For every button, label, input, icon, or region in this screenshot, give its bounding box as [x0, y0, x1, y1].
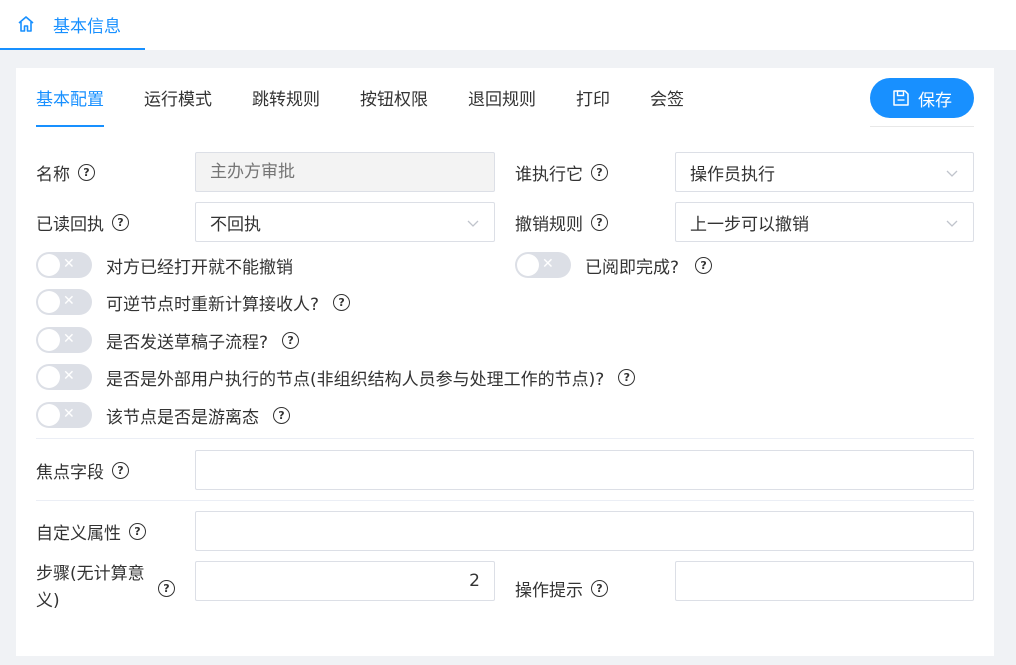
op-hint-label-row: 操作提示 ?	[515, 576, 608, 601]
read-receipt-value: 不回执	[210, 214, 261, 235]
external-user-toggle[interactable]: ✕	[36, 364, 92, 390]
name-label: 名称	[36, 165, 70, 185]
page-tab-basic-info[interactable]: 基本信息	[0, 0, 145, 50]
switch-row-no-revoke: ✕ 对方已经打开就不能撤销	[36, 252, 293, 278]
switch-row-free-node: ✕ 该节点是否是游离态 ?	[36, 402, 290, 428]
step-label-row: 步骤(无计算意 义) ?	[36, 561, 178, 615]
switch-row-external-user: ✕ 是否是外部用户执行的节点(非组织结构人员参与处理工作的节点)? ?	[36, 364, 636, 390]
revoke-rule-value: 上一步可以撤销	[690, 214, 809, 235]
revoke-rule-label-row: 撤销规则 ?	[515, 210, 608, 235]
focus-field-label-row: 焦点字段 ?	[36, 458, 129, 483]
custom-attr-input[interactable]	[195, 511, 974, 551]
close-icon: ✕	[63, 256, 75, 272]
close-icon: ✕	[63, 368, 75, 384]
help-icon[interactable]: ?	[333, 293, 351, 311]
page-tab-label: 基本信息	[53, 16, 121, 37]
step-label-line1: 步骤(无计算意	[36, 564, 145, 584]
read-complete-label: 已阅即完成?	[585, 257, 680, 278]
help-icon[interactable]: ?	[591, 580, 608, 597]
free-node-label: 该节点是否是游离态	[106, 407, 259, 428]
save-button[interactable]: 保存	[870, 78, 974, 118]
read-complete-toggle[interactable]: ✕	[515, 252, 571, 278]
close-icon: ✕	[63, 293, 75, 309]
read-receipt-select[interactable]: 不回执	[195, 202, 495, 242]
help-icon[interactable]: ?	[591, 164, 608, 181]
top-bar: 基本信息	[0, 0, 1016, 50]
no-revoke-toggle[interactable]: ✕	[36, 252, 92, 278]
home-icon	[16, 14, 36, 34]
tab-run-mode[interactable]: 运行模式	[144, 68, 212, 127]
save-wrap: 保存	[870, 68, 974, 127]
close-icon: ✕	[63, 331, 75, 347]
divider	[36, 438, 974, 439]
draft-subflow-label: 是否发送草稿子流程?	[106, 332, 269, 353]
tab-basic-config[interactable]: 基本配置	[36, 68, 104, 127]
chevron-down-icon	[945, 166, 959, 180]
read-receipt-label: 已读回执	[36, 215, 104, 235]
step-label: 步骤(无计算意 义)	[36, 561, 154, 615]
close-icon: ✕	[63, 406, 75, 422]
switch-row-recalc: ✕ 可逆节点时重新计算接收人? ?	[36, 289, 351, 315]
revoke-rule-label: 撤销规则	[515, 215, 583, 235]
no-revoke-label: 对方已经打开就不能撤销	[106, 257, 293, 278]
divider	[36, 500, 974, 501]
close-icon: ✕	[542, 256, 554, 272]
help-icon[interactable]: ?	[129, 523, 146, 540]
switch-row-draft-subflow: ✕ 是否发送草稿子流程? ?	[36, 327, 300, 353]
help-icon[interactable]: ?	[112, 462, 129, 479]
name-label-row: 名称 ?	[36, 160, 95, 185]
free-node-toggle[interactable]: ✕	[36, 402, 92, 428]
help-icon[interactable]: ?	[158, 579, 175, 597]
help-icon[interactable]: ?	[273, 406, 290, 424]
focus-field-input[interactable]	[195, 450, 974, 490]
external-user-label: 是否是外部用户执行的节点(非组织结构人员参与处理工作的节点)?	[106, 369, 605, 390]
help-icon[interactable]: ?	[112, 214, 129, 231]
chevron-down-icon	[466, 216, 480, 230]
help-icon[interactable]: ?	[695, 256, 713, 274]
executor-label-row: 谁执行它 ?	[515, 160, 608, 185]
executor-label: 谁执行它	[515, 165, 583, 185]
op-hint-label: 操作提示	[515, 581, 583, 601]
recalc-label: 可逆节点时重新计算接收人?	[106, 294, 320, 315]
help-icon[interactable]: ?	[282, 331, 300, 349]
switch-row-read-complete: ✕ 已阅即完成? ?	[515, 252, 713, 278]
tab-print[interactable]: 打印	[576, 68, 610, 127]
tab-button-permissions[interactable]: 按钮权限	[360, 68, 428, 127]
executor-select[interactable]: 操作员执行	[675, 152, 974, 192]
help-icon[interactable]: ?	[78, 164, 95, 181]
revoke-rule-select[interactable]: 上一步可以撤销	[675, 202, 974, 242]
op-hint-input[interactable]	[675, 561, 974, 601]
save-icon	[892, 89, 910, 107]
step-value: 2	[469, 571, 480, 591]
custom-attr-label-row: 自定义属性 ?	[36, 519, 146, 544]
executor-value: 操作员执行	[690, 164, 775, 185]
tab-countersign[interactable]: 会签	[650, 68, 684, 127]
help-icon[interactable]: ?	[591, 214, 608, 231]
draft-subflow-toggle[interactable]: ✕	[36, 327, 92, 353]
read-receipt-label-row: 已读回执 ?	[36, 210, 129, 235]
config-card: 基本配置 运行模式 跳转规则 按钮权限 退回规则 打印 会签 保存 名称 ? 谁…	[16, 68, 994, 656]
tab-jump-rules[interactable]: 跳转规则	[252, 68, 320, 127]
step-input[interactable]: 2	[195, 561, 495, 601]
name-input	[195, 152, 495, 192]
save-label: 保存	[918, 90, 952, 111]
chevron-down-icon	[945, 216, 959, 230]
help-icon[interactable]: ?	[618, 368, 636, 386]
config-tabs: 基本配置 运行模式 跳转规则 按钮权限 退回规则 打印 会签	[36, 68, 724, 127]
focus-field-label: 焦点字段	[36, 463, 104, 483]
custom-attr-label: 自定义属性	[36, 524, 121, 544]
tab-return-rules[interactable]: 退回规则	[468, 68, 536, 127]
step-label-line2: 义)	[36, 591, 60, 611]
recalc-toggle[interactable]: ✕	[36, 289, 92, 315]
